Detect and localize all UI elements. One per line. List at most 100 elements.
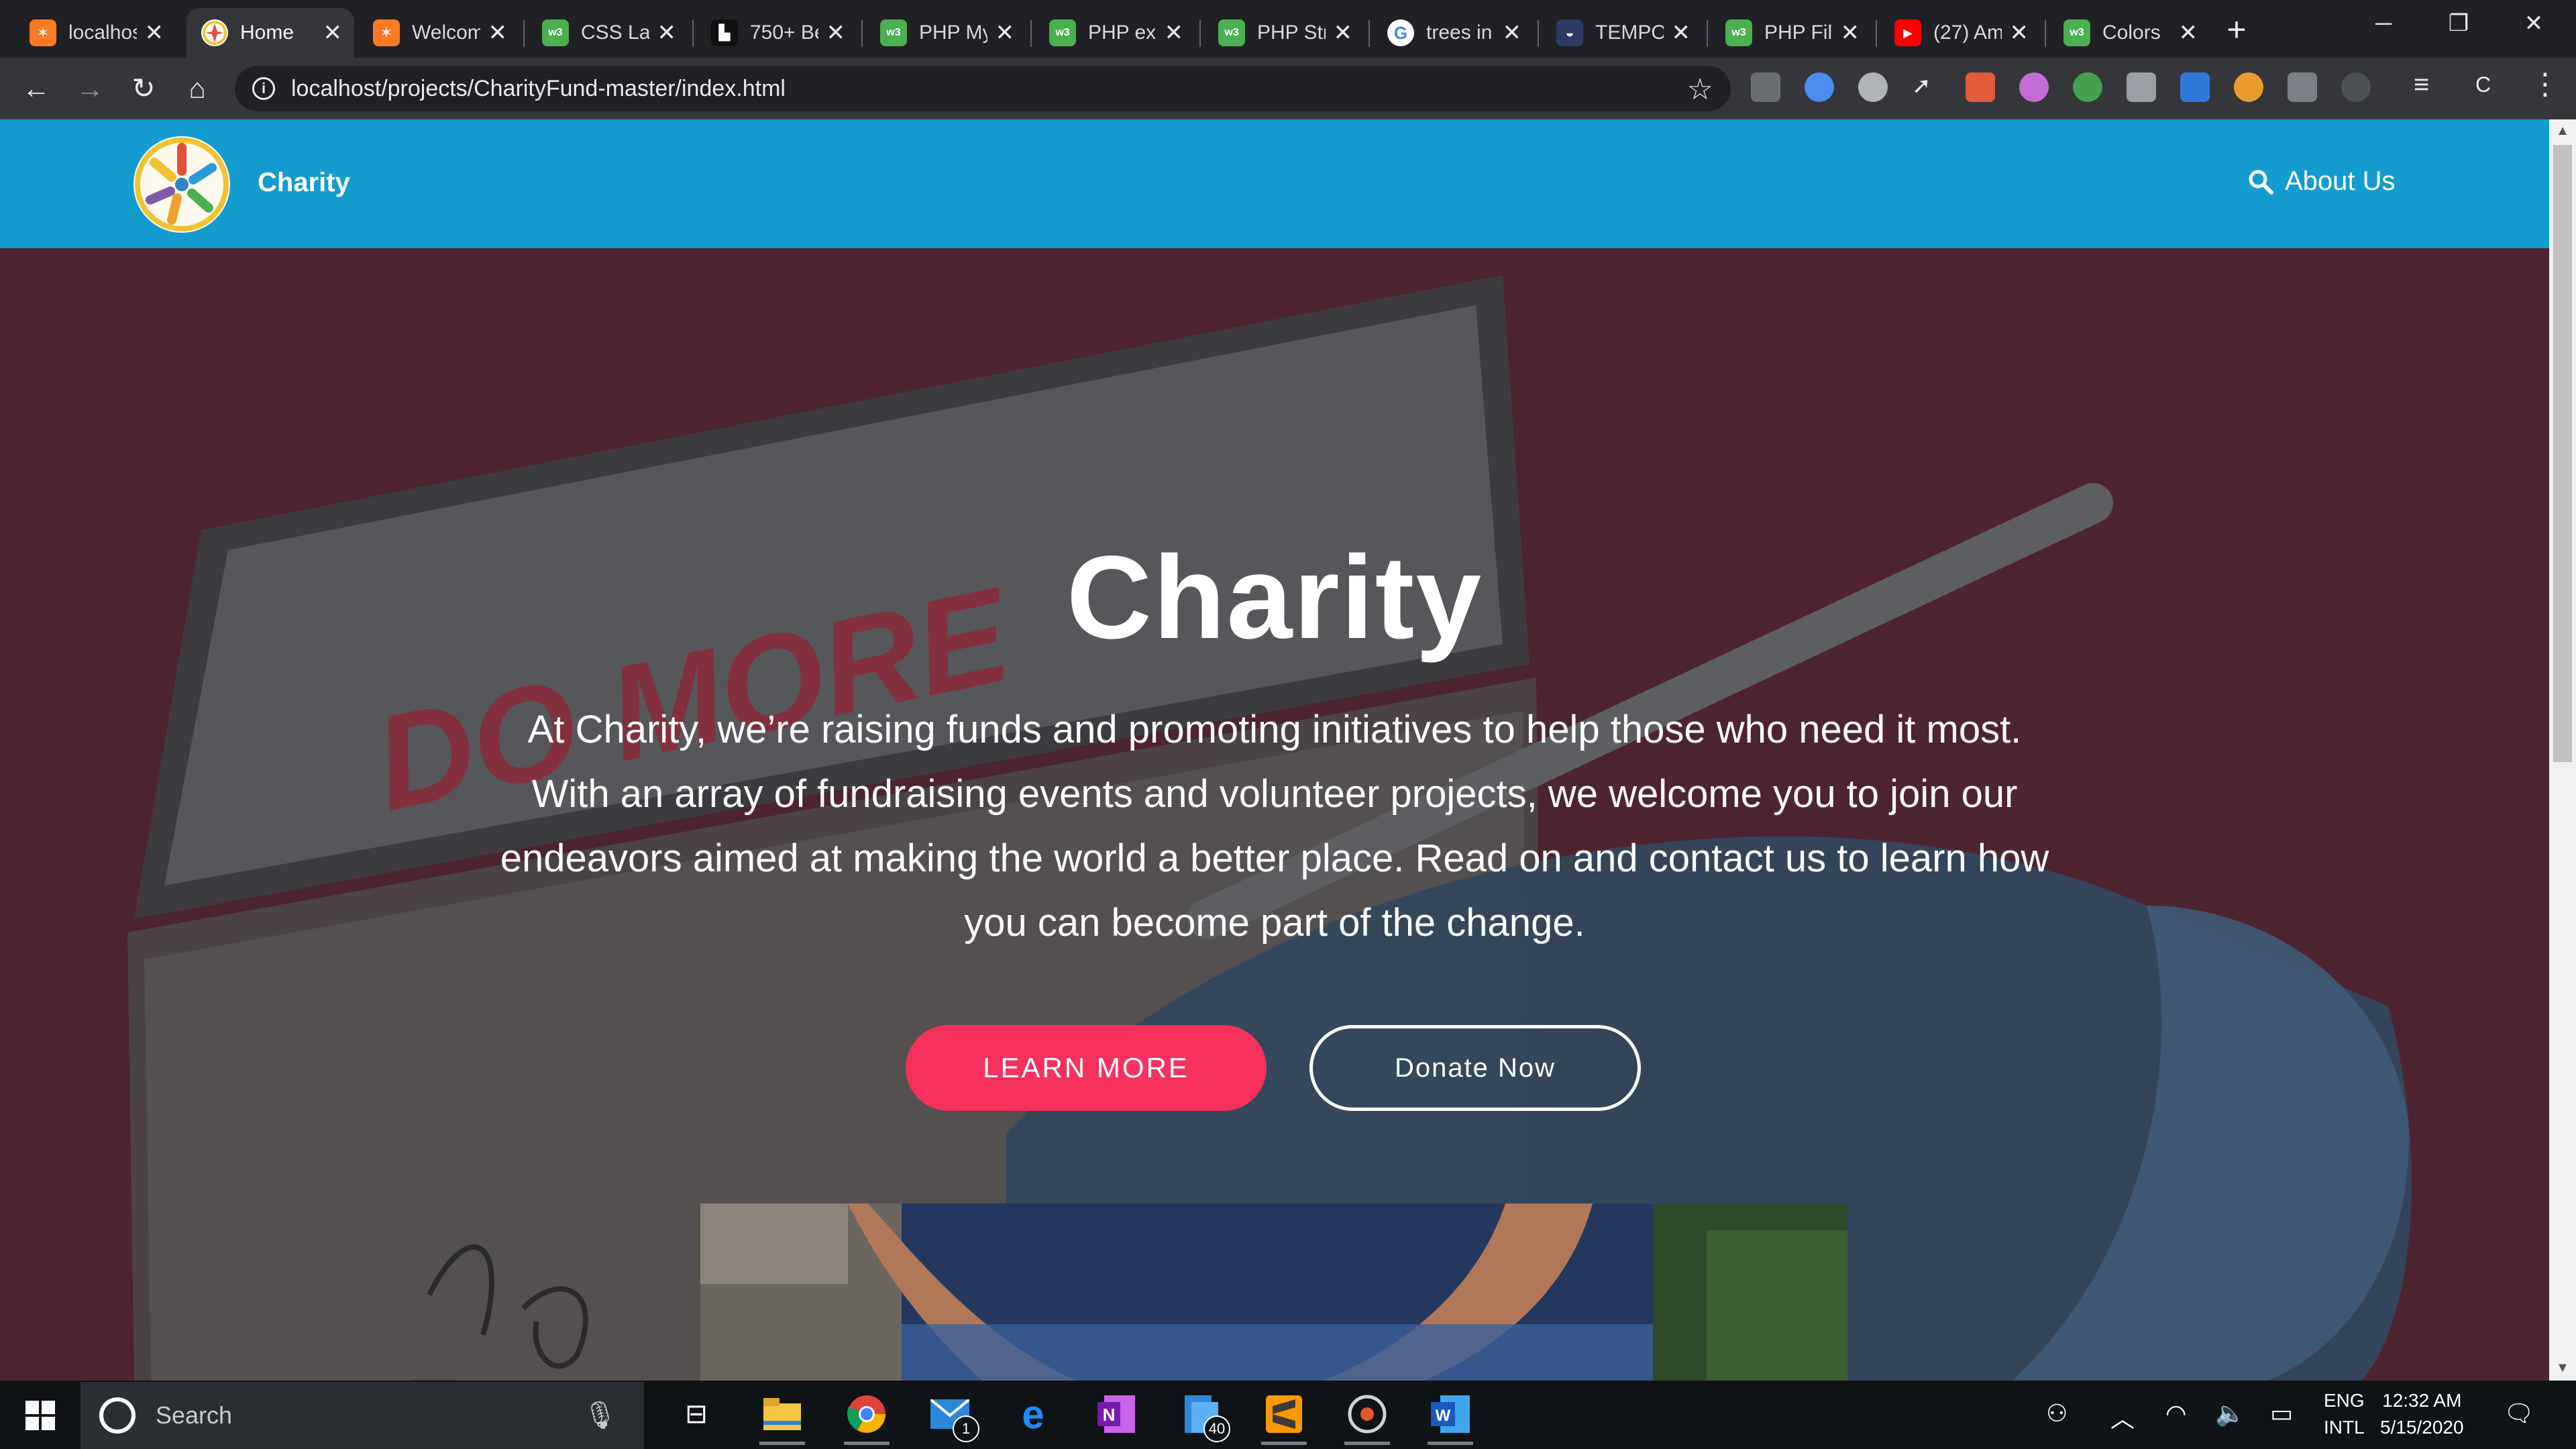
windows-start-icon[interactable] [25,1401,55,1430]
extension-globe-icon[interactable] [1858,72,1888,102]
about-us-label: About Us [2285,166,2396,196]
close-icon[interactable]: ✕ [145,19,164,46]
tab-title: Welcome [412,21,480,44]
tab-home[interactable]: Home ✕ [186,8,354,58]
action-center-icon[interactable]: 🗨 [2504,1399,2534,1428]
show-hidden-icons-chevron-icon[interactable]: ︿ [2110,1399,2135,1434]
hero-description: At Charity, we’re raising funds and prom… [500,708,2049,945]
youtube-icon: ▶ [1894,19,1921,46]
close-icon[interactable]: ✕ [826,19,846,46]
close-icon[interactable]: ✕ [1503,19,1522,46]
donate-now-button[interactable]: Donate Now [1309,1025,1641,1111]
address-bar[interactable]: i localhost/projects/CharityFund-master/… [235,66,1731,111]
tab-trees[interactable]: G trees in ✕ [1373,8,1534,58]
extension-layers-icon[interactable] [2180,72,2210,102]
tab-title: CSS Layout [581,21,649,44]
extension-person-icon[interactable] [2234,72,2263,102]
tab-temporary[interactable]: ◒ TEMPORARY ✕ [1542,8,1703,58]
media-queue-icon[interactable]: ≡ [2414,70,2429,100]
close-icon[interactable]: ✕ [2179,19,2198,46]
tab-separator [1538,20,1539,47]
close-icon[interactable]: ✕ [1334,19,1353,46]
w3schools-icon: w3 [1049,19,1076,46]
clock-time: 12:32 AM [2382,1390,2462,1411]
extension-e-icon[interactable] [1751,72,1780,102]
tab-php-exec[interactable]: w3 PHP exec ✕ [1034,8,1195,58]
tab-unsplash[interactable]: ▙ 750+ Best ✕ [696,8,857,58]
learn-more-button[interactable]: LEARN MORE [906,1025,1267,1111]
extension-leaf-icon[interactable] [2073,72,2102,102]
extension-r-icon[interactable] [2127,72,2156,102]
taskbar-search-box[interactable]: Search 🎙 [80,1382,644,1449]
scrollbar-thumb[interactable] [2553,145,2572,762]
word-icon[interactable]: W [1428,1391,1473,1445]
new-tab-button[interactable]: + [2223,9,2250,50]
tab-php-string[interactable]: w3 PHP String ✕ [1203,8,1364,58]
close-window-button[interactable]: ✕ [2497,0,2571,47]
microphone-icon[interactable]: 🎙 [583,1399,617,1431]
onenote-icon[interactable]: N [1093,1391,1139,1437]
extension-pixel-icon[interactable] [1966,72,1995,102]
hero-title: Charity [1066,532,1483,663]
sublime-text-icon[interactable] [1261,1391,1307,1445]
back-button[interactable]: ← [15,67,58,110]
close-icon[interactable]: ✕ [1841,19,1860,46]
people-icon[interactable]: ⚇ [2046,1399,2068,1428]
xampp-icon: ✶ [30,19,56,46]
scroll-down-arrow-icon[interactable]: ▼ [2549,1358,2576,1378]
tab-separator [692,20,694,47]
w3schools-icon: w3 [542,19,569,46]
tab-separator [523,20,525,47]
google-icon: G [1387,19,1414,46]
tab-youtube[interactable]: ▶ (27) Amazing ✕ [1880,8,2041,58]
extension-eye-icon[interactable] [2019,72,2049,102]
restore-button[interactable]: ❐ [2422,0,2496,47]
site-header: Charity About Us [0,119,2549,248]
profile-avatar[interactable]: C [2475,72,2491,97]
scroll-up-arrow-icon[interactable]: ▲ [2549,121,2576,141]
about-us-link[interactable]: About Us [2247,166,2396,197]
close-icon[interactable]: ✕ [488,19,508,46]
keyboard-layout: INTL [2324,1417,2365,1438]
system-clock[interactable]: 12:32 AM 5/15/2020 [2380,1387,2464,1441]
forward-button[interactable]: → [68,67,111,110]
file-explorer-icon[interactable] [759,1391,805,1445]
battery-icon[interactable]: ▭ [2270,1399,2293,1428]
close-icon[interactable]: ✕ [323,19,343,46]
extension-history-icon[interactable] [2341,72,2371,102]
info-icon[interactable]: i [252,77,275,100]
tab-separator [1876,20,1877,47]
language-indicator[interactable]: ENG INTL [2324,1387,2365,1441]
home-button[interactable]: ⌂ [176,67,219,110]
tab-localhost[interactable]: ✶ localhost ✕ [15,8,176,58]
bookmark-star-icon[interactable]: ☆ [1687,72,1713,107]
close-icon[interactable]: ✕ [1165,19,1184,46]
url-text[interactable]: localhost/projects/CharityFund-master/in… [291,76,786,102]
wifi-icon[interactable]: ◠ [2165,1399,2186,1428]
tab-welcome[interactable]: ✶ Welcome ✕ [358,8,519,58]
tab-php-mysql[interactable]: w3 PHP MySQL ✕ [865,8,1026,58]
edge-icon[interactable]: e [1010,1391,1056,1437]
mail-icon[interactable]: 1 [927,1391,979,1442]
chrome-menu-icon[interactable]: ⋮ [2530,67,2560,101]
tab-colors[interactable]: w3 Colors ✕ [2049,8,2210,58]
minimize-button[interactable]: ─ [2347,0,2420,47]
chrome-icon[interactable] [844,1391,890,1445]
extension-color-picker-icon[interactable] [1805,72,1834,102]
volume-icon[interactable]: 🔈 [2215,1399,2245,1428]
task-view-icon[interactable]: ⊟ [674,1391,719,1437]
tab-title: 750+ Best [750,21,818,44]
tab-css-layout[interactable]: w3 CSS Layout ✕ [527,8,688,58]
page-viewport: Charity About Us DO MORE Charity At Char… [0,119,2549,1381]
close-icon[interactable]: ✕ [996,19,1015,46]
extension-window-icon[interactable] [2288,72,2317,102]
charity-logo-icon[interactable] [131,134,232,235]
close-icon[interactable]: ✕ [657,19,677,46]
site-brand[interactable]: Charity [258,168,350,198]
reload-button[interactable]: ↻ [122,67,165,110]
files-app-icon[interactable]: 40 [1178,1391,1230,1442]
close-icon[interactable]: ✕ [1672,19,1691,46]
media-player-icon[interactable] [1344,1391,1390,1445]
close-icon[interactable]: ✕ [2010,19,2029,46]
tab-php-file[interactable]: w3 PHP File ✕ [1711,8,1872,58]
